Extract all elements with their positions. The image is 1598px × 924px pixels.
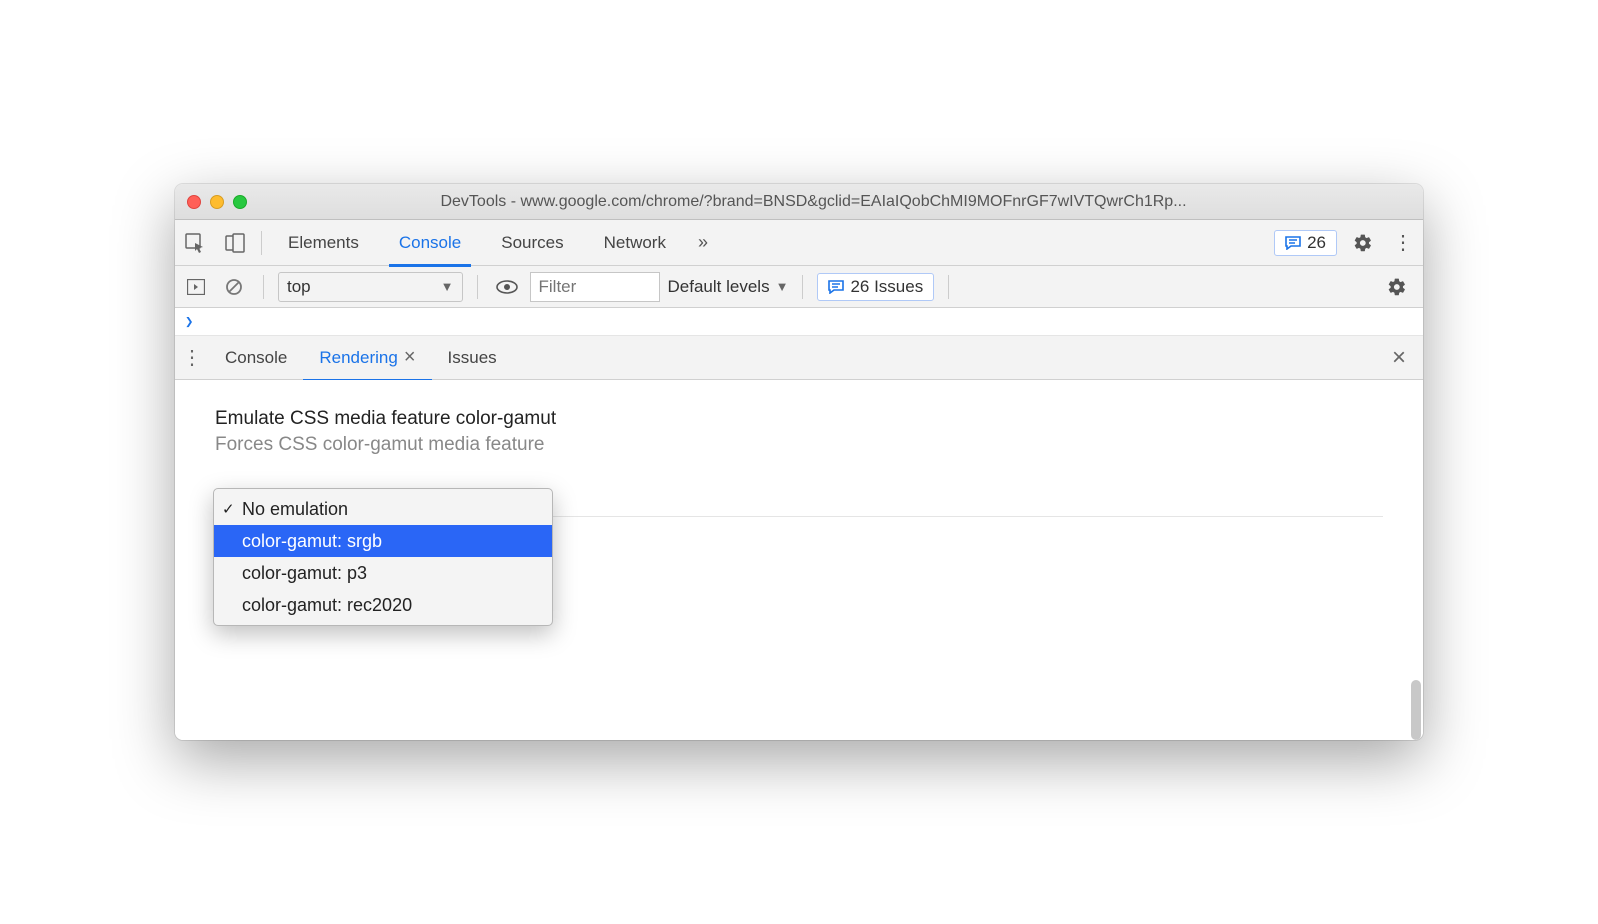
tab-sources[interactable]: Sources: [481, 220, 583, 266]
caret-down-icon: ▼: [441, 279, 454, 294]
console-toolbar: top ▼ Default levels ▼ 26 Issues: [175, 266, 1423, 308]
divider: [802, 275, 803, 299]
color-gamut-dropdown[interactable]: No emulation color-gamut: srgb color-gam…: [213, 488, 553, 626]
divider: [261, 231, 262, 255]
log-levels-selector[interactable]: Default levels ▼: [668, 277, 789, 297]
dropdown-option-srgb[interactable]: color-gamut: srgb: [214, 525, 552, 557]
titlebar: DevTools - www.google.com/chrome/?brand=…: [175, 184, 1423, 220]
close-tab-icon[interactable]: ×: [404, 346, 416, 369]
divider: [948, 275, 949, 299]
close-window-button[interactable]: [187, 195, 201, 209]
caret-down-icon: ▼: [776, 279, 789, 294]
window-title: DevTools - www.google.com/chrome/?brand=…: [216, 193, 1411, 211]
drawer-tab-issues[interactable]: Issues: [432, 335, 513, 381]
sidebar-toggle-icon[interactable]: [181, 272, 211, 302]
message-icon: [828, 280, 844, 294]
section-subtitle: Forces CSS color-gamut media feature: [215, 434, 1383, 456]
kebab-menu-icon[interactable]: ⋮: [1383, 220, 1423, 266]
console-prompt[interactable]: ❯: [175, 308, 1423, 336]
settings-icon[interactable]: [1343, 220, 1383, 266]
main-tab-strip: Elements Console Sources Network » 26 ⋮: [175, 220, 1423, 266]
scrollbar-thumb[interactable]: [1411, 680, 1421, 740]
inspect-element-icon[interactable]: [175, 220, 215, 266]
device-toolbar-icon[interactable]: [215, 220, 255, 266]
dropdown-option-rec2020[interactable]: color-gamut: rec2020: [214, 589, 552, 621]
message-icon: [1285, 236, 1301, 250]
context-selector[interactable]: top ▼: [278, 272, 463, 302]
drawer-tab-rendering[interactable]: Rendering ×: [303, 335, 431, 381]
drawer-tab-strip: ⋮ Console Rendering × Issues ×: [175, 336, 1423, 380]
drawer-menu-icon[interactable]: ⋮: [175, 345, 209, 370]
messages-badge[interactable]: 26: [1274, 230, 1337, 256]
filter-input[interactable]: [530, 272, 660, 302]
messages-count: 26: [1307, 233, 1326, 253]
tab-elements[interactable]: Elements: [268, 220, 379, 266]
divider: [477, 275, 478, 299]
divider: [263, 275, 264, 299]
issues-button[interactable]: 26 Issues: [817, 273, 934, 301]
close-drawer-icon[interactable]: ×: [1383, 344, 1415, 372]
more-tabs-button[interactable]: »: [686, 232, 720, 253]
tab-console[interactable]: Console: [379, 220, 481, 266]
console-settings-icon[interactable]: [1377, 264, 1417, 310]
tab-network[interactable]: Network: [584, 220, 686, 266]
drawer-tab-console[interactable]: Console: [209, 335, 303, 381]
issues-label: 26 Issues: [850, 277, 923, 297]
drawer-tab-label: Rendering: [319, 348, 397, 368]
context-value: top: [287, 277, 311, 297]
dropdown-option-no-emulation[interactable]: No emulation: [214, 493, 552, 525]
section-title: Emulate CSS media feature color-gamut: [215, 408, 1383, 430]
devtools-window: DevTools - www.google.com/chrome/?brand=…: [175, 184, 1423, 740]
levels-label: Default levels: [668, 277, 770, 297]
dropdown-option-p3[interactable]: color-gamut: p3: [214, 557, 552, 589]
clear-console-icon[interactable]: [219, 272, 249, 302]
prompt-chevron-icon: ❯: [185, 314, 193, 330]
live-expression-icon[interactable]: [492, 272, 522, 302]
rendering-pane: Emulate CSS media feature color-gamut Fo…: [175, 380, 1423, 740]
